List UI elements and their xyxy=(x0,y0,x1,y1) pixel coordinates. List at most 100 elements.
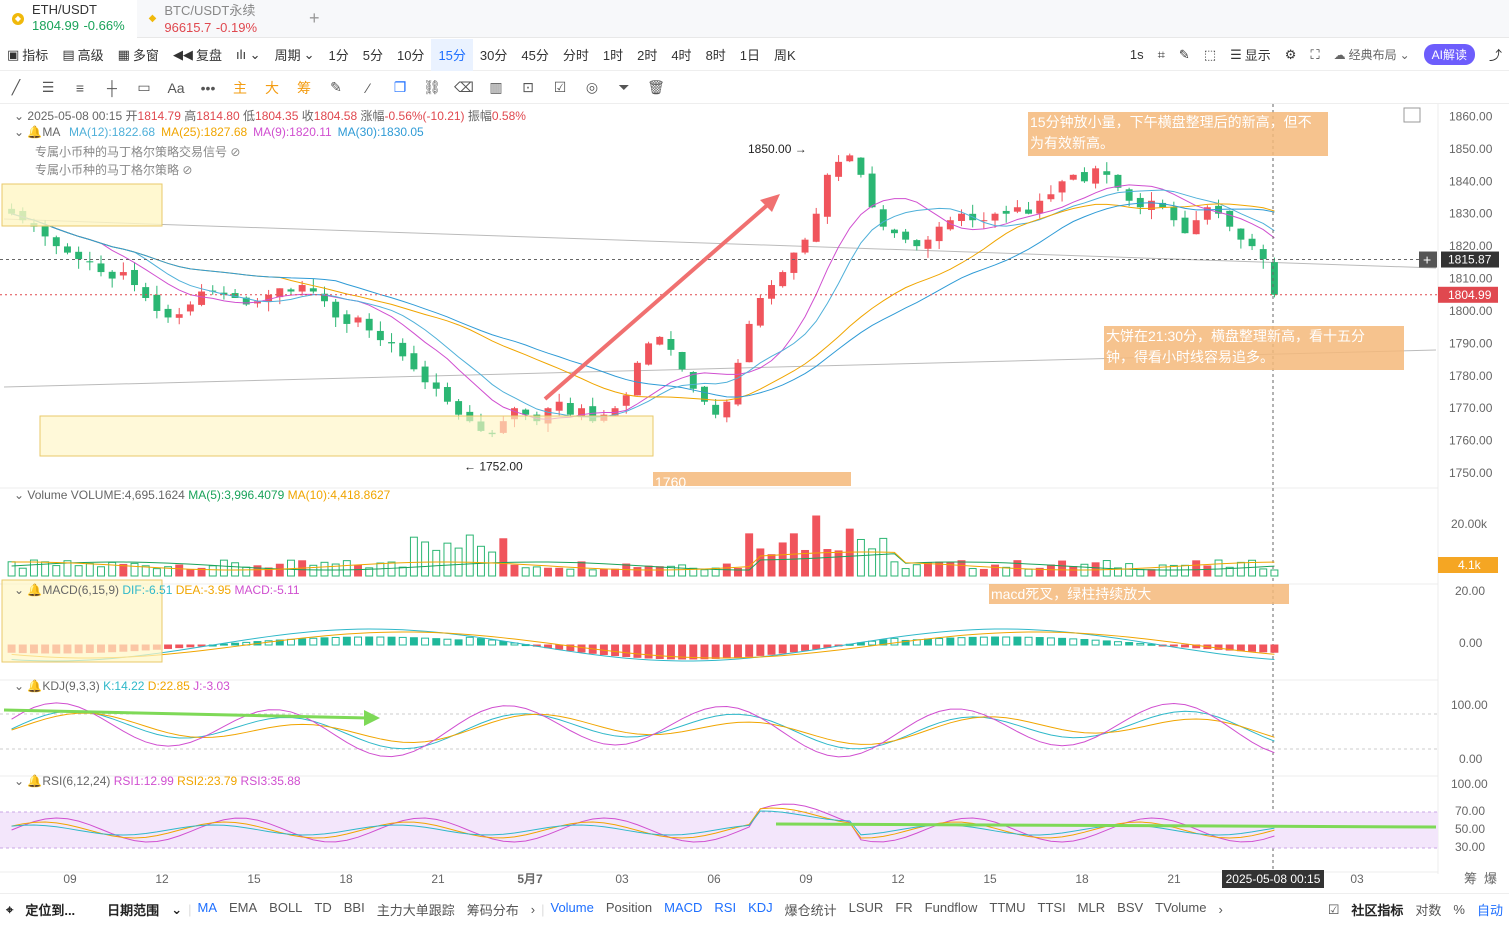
chart-type-button[interactable]: ılı ⌄ xyxy=(229,39,268,71)
chevron-right-icon[interactable]: › xyxy=(1212,902,1228,917)
candle-body xyxy=(153,294,161,311)
magnet-icon[interactable]: ◎ xyxy=(576,79,608,96)
sub-indicator-7[interactable]: FR xyxy=(889,900,918,919)
copy-icon[interactable]: ❐ xyxy=(384,79,416,96)
add-tab-icon[interactable]: + xyxy=(309,8,320,29)
volume-bar xyxy=(767,554,776,577)
candle-body xyxy=(745,323,753,363)
macd-bar xyxy=(890,637,899,646)
sub-indicator-6[interactable]: LSUR xyxy=(843,900,890,919)
replay-button[interactable]: ◀◀ 复盘 xyxy=(166,39,229,71)
pencil-icon[interactable]: ✎ xyxy=(1172,39,1197,71)
interval-5[interactable]: 45分 xyxy=(514,39,555,71)
sub-indicator-4[interactable]: KDJ xyxy=(742,900,779,919)
community-icon: ☑ xyxy=(1327,901,1340,917)
sub-indicator-13[interactable]: TVolume xyxy=(1149,900,1212,919)
interval-4[interactable]: 30分 xyxy=(473,39,514,71)
text-tool[interactable]: Aa xyxy=(160,80,192,96)
interval-8[interactable]: 2时 xyxy=(630,39,664,71)
multi-window-button[interactable]: ▦ 多窗 xyxy=(111,39,166,71)
tab-btc[interactable]: ◆ BTC/USDT永续 96615.7 -0.19% xyxy=(137,0,269,38)
main-indicator-1[interactable]: EMA xyxy=(223,900,263,919)
sub-indicator-5[interactable]: 爆仓统计 xyxy=(779,900,843,919)
interval-12[interactable]: 周K xyxy=(767,39,803,71)
sub-indicator-8[interactable]: Fundflow xyxy=(919,900,984,919)
collapse-icon[interactable]: ⌄ xyxy=(14,109,24,123)
expand-icon[interactable]: ⬚ xyxy=(1197,39,1223,71)
sub-indicator-12[interactable]: BSV xyxy=(1111,900,1149,919)
brush-icon[interactable]: ⁄ xyxy=(352,80,384,96)
tab-eth[interactable]: ◆ ETH/USDT 1804.99 -0.66% xyxy=(0,0,137,38)
more-tools-icon[interactable]: ••• xyxy=(192,80,224,96)
interval-11[interactable]: 1日 xyxy=(733,39,767,71)
eye-off-icon[interactable]: ⊘ xyxy=(230,145,240,159)
period-dropdown[interactable]: 周期 ⌄ xyxy=(268,39,322,71)
indicator-button[interactable]: ▣ 指标 xyxy=(0,39,55,71)
share-icon[interactable]: ⤴ xyxy=(1482,39,1509,71)
camera-icon[interactable]: ⌗ xyxy=(1151,39,1172,71)
main-indicator-3[interactable]: TD xyxy=(308,900,337,919)
chip-button[interactable]: 筹 xyxy=(288,78,320,98)
fullscreen-icon[interactable]: ⛶ xyxy=(1303,39,1326,71)
big-order-button[interactable]: 大 xyxy=(256,78,288,98)
lock-icon[interactable]: ⊡ xyxy=(512,79,544,96)
rect-tool-icon[interactable]: ▭ xyxy=(128,79,160,96)
chevron-down-icon[interactable]: ⌄ xyxy=(165,902,188,918)
ma-legend-item: MA(12):1822.68 xyxy=(69,125,156,139)
main-indicator-4[interactable]: BBI xyxy=(338,900,371,919)
log-toggle[interactable]: 对数 xyxy=(1409,900,1447,919)
sub-indicator-0[interactable]: Volume xyxy=(544,900,599,919)
collapse-icon[interactable]: ⌄ xyxy=(14,679,24,693)
link-icon[interactable]: ⛓ xyxy=(416,79,448,96)
gear-icon[interactable]: ⚙ xyxy=(1278,39,1304,71)
main-force-button[interactable]: 主 xyxy=(224,78,256,98)
locate-icon[interactable]: ⌖ xyxy=(0,902,19,918)
edit-icon[interactable]: ✎ xyxy=(320,79,352,96)
channel-tool-icon[interactable]: ≡ xyxy=(64,80,96,96)
interval-7[interactable]: 1时 xyxy=(596,39,630,71)
eraser-icon[interactable]: ⌫ xyxy=(448,79,480,96)
auto-toggle[interactable]: 自动 xyxy=(1471,900,1509,919)
candle-body xyxy=(52,237,60,247)
community-indicators[interactable]: 社区指标 xyxy=(1345,900,1409,919)
collapse-icon[interactable]: ⌄ xyxy=(14,488,24,502)
bars-icon[interactable]: ▥ xyxy=(480,79,512,96)
date-range-button[interactable]: 日期范围 xyxy=(101,900,165,919)
collapse-icon[interactable]: ⌄ xyxy=(14,774,24,788)
sub-indicator-3[interactable]: RSI xyxy=(708,900,742,919)
main-indicator-0[interactable]: MA xyxy=(191,900,223,919)
interval-10[interactable]: 8时 xyxy=(699,39,733,71)
percent-toggle[interactable]: % xyxy=(1447,902,1471,917)
ai-button[interactable]: AI解读 xyxy=(1417,39,1482,71)
sub-indicator-11[interactable]: MLR xyxy=(1072,900,1111,919)
interval-1[interactable]: 5分 xyxy=(356,39,390,71)
collapse-icon[interactable]: ⌄ xyxy=(14,583,24,597)
interval-2[interactable]: 10分 xyxy=(390,39,431,71)
filter-icon[interactable]: ⏷ xyxy=(608,79,640,96)
main-indicator-5[interactable]: 主力大单跟踪 xyxy=(371,900,461,919)
chevron-right-icon[interactable]: › xyxy=(525,902,541,917)
sub-indicator-9[interactable]: TTMU xyxy=(983,900,1031,919)
interval-3[interactable]: 15分 xyxy=(431,38,473,71)
interval-0[interactable]: 1分 xyxy=(322,39,356,71)
macd-bar xyxy=(1236,644,1245,652)
note-icon[interactable]: ☑ xyxy=(544,79,576,96)
sub-indicator-10[interactable]: TTSI xyxy=(1032,900,1072,919)
main-indicator-6[interactable]: 筹码分布 xyxy=(461,900,525,919)
trash-icon[interactable]: 🗑 xyxy=(640,79,672,96)
layout-dropdown[interactable]: ☁ 经典布局 ⌄ xyxy=(1327,39,1417,71)
interval-6[interactable]: 分时 xyxy=(556,39,596,71)
eye-off-icon[interactable]: ⊘ xyxy=(182,163,192,177)
sub-indicator-2[interactable]: MACD xyxy=(658,900,708,919)
parallel-tool-icon[interactable]: ☰ xyxy=(32,79,64,96)
main-indicator-2[interactable]: BOLL xyxy=(263,900,308,919)
sub-indicator-1[interactable]: Position xyxy=(600,900,658,919)
interval-9[interactable]: 4时 xyxy=(664,39,698,71)
collapse-icon[interactable]: ⌄ xyxy=(14,125,24,139)
advanced-button[interactable]: ▤ 高级 xyxy=(55,39,110,71)
horizontal-tool-icon[interactable]: ┼ xyxy=(96,80,128,96)
right-interval[interactable]: 1s xyxy=(1123,39,1151,71)
locate-button[interactable]: 定位到... xyxy=(19,900,81,919)
line-tool-icon[interactable]: ╱ xyxy=(0,79,32,96)
display-button[interactable]: ☰ 显示 xyxy=(1223,39,1278,71)
